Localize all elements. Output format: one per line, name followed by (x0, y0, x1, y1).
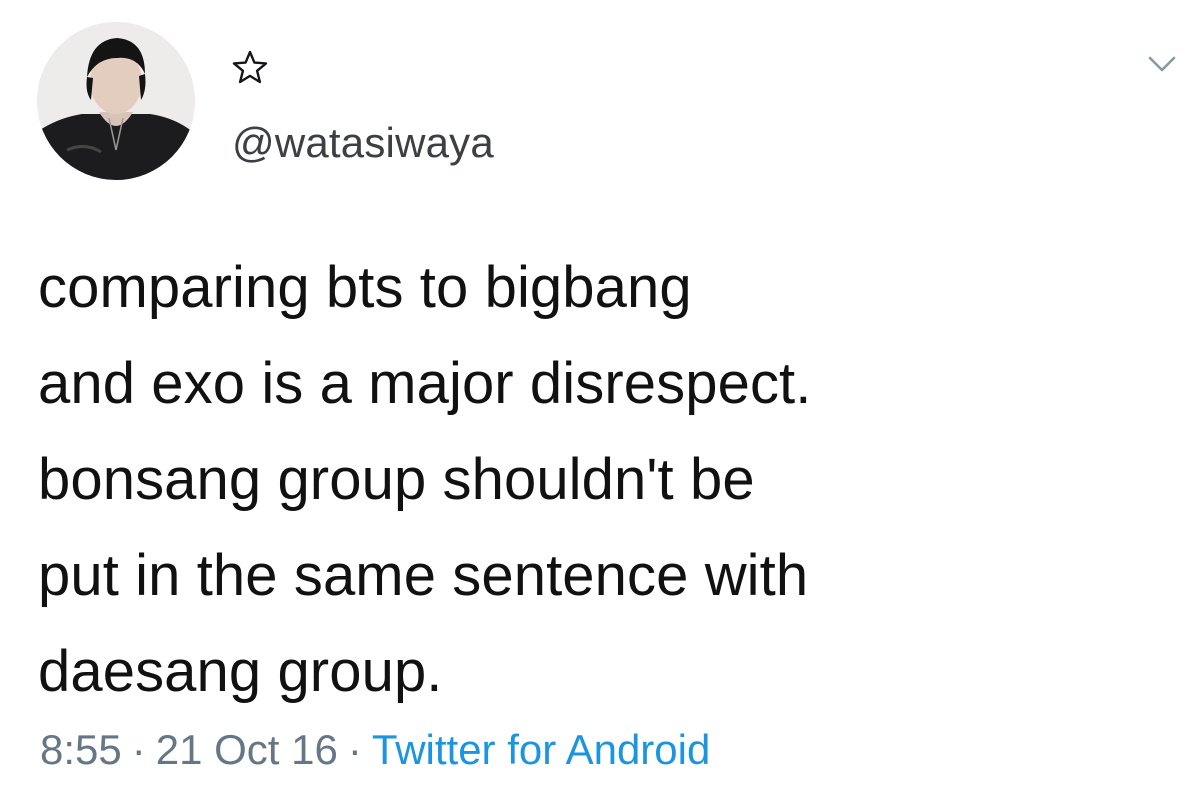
meta-separator: · (131, 726, 146, 773)
tweet-date[interactable]: 21 Oct 16 (156, 726, 338, 773)
tweet-text-line: bonsang group shouldn't be (38, 447, 755, 512)
tweet-text-line: daesang group. (38, 639, 443, 704)
user-handle[interactable]: @watasiwaya (232, 118, 494, 168)
tweet-time[interactable]: 8:55 (40, 726, 122, 773)
avatar-image (37, 22, 195, 180)
tweet-text-line: and exo is a major disrespect. (38, 351, 812, 416)
tweet-text-line: put in the same sentence with (38, 543, 809, 608)
meta-separator: · (347, 726, 362, 773)
tweet-text-line: comparing bts to bigbang (38, 255, 692, 320)
star-outline-icon (232, 50, 268, 84)
tweet-text: comparing bts to bigbang and exo is a ma… (38, 240, 1138, 720)
tweet-meta: 8:55 · 21 Oct 16 · Twitter for Android (40, 722, 710, 778)
tweet-card: @watasiwaya comparing bts to bigbang and… (0, 0, 1200, 811)
user-name-row (232, 50, 268, 84)
tweet-source-link[interactable]: Twitter for Android (372, 726, 710, 773)
avatar[interactable] (37, 22, 195, 180)
chevron-down-icon[interactable] (1140, 48, 1184, 78)
